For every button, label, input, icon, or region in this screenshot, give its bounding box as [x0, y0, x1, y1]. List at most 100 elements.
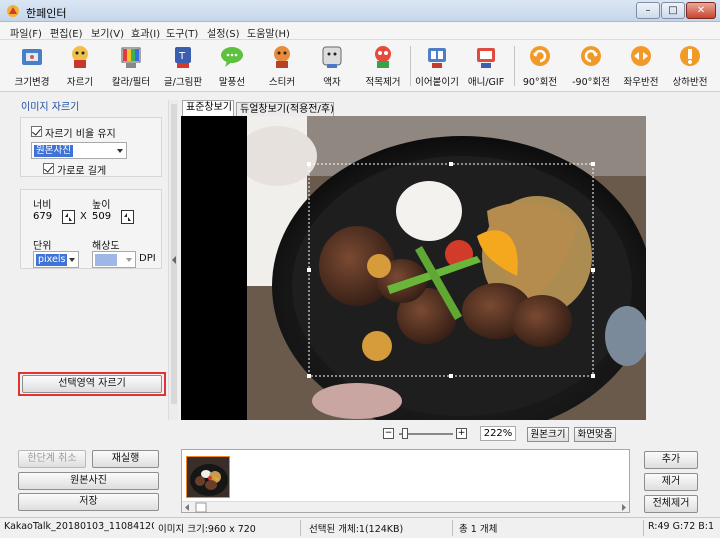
redo-button[interactable]: 재실행	[92, 450, 159, 468]
menu-help[interactable]: 도움말(H)	[247, 25, 290, 40]
menu-edit[interactable]: 편집(E)	[50, 25, 83, 40]
thumbnail-image	[187, 457, 229, 497]
flip-vertical-button[interactable]: 상하반전	[662, 42, 718, 90]
menu-settings[interactable]: 설정(S)	[207, 25, 240, 40]
flip-horizontal-icon	[631, 46, 651, 66]
text-paint-button[interactable]: T 글/그림판	[155, 42, 211, 90]
chevron-down-icon	[126, 258, 132, 262]
color-filter-icon	[121, 47, 141, 68]
red-eye-label: 적목제거	[365, 77, 401, 88]
ratio-group: 자르기 비율 유지 원본사진 가로로 길게	[20, 117, 162, 177]
height-label: 높이	[92, 200, 111, 211]
chevron-down-icon	[69, 258, 75, 262]
remove-button[interactable]: 제거	[644, 473, 698, 491]
status-total: 총 1 개체	[459, 524, 498, 535]
scroll-arrows-icon	[185, 502, 626, 513]
ratio-select-value: 원본사진	[34, 145, 73, 157]
svg-text:T: T	[178, 51, 186, 62]
keep-ratio-label: 자르기 비율 유지	[45, 129, 116, 140]
flip-horizontal-button[interactable]: 좌우반전	[613, 42, 669, 90]
resize-icon	[22, 49, 42, 65]
toolbar: 크기변경 자르기 칼라/필터 T 글/그림판 말풍선 스티커 액자 적목제거 이…	[0, 40, 720, 92]
chevron-down-icon	[117, 149, 123, 153]
text-paint-label: 글/그림판	[163, 77, 203, 88]
crop-selection-button[interactable]: 선택영역 자르기	[22, 375, 162, 393]
undo-button[interactable]: 한단계 취소	[18, 450, 86, 468]
width-value[interactable]: 679	[33, 211, 52, 222]
frame-button[interactable]: 액자	[304, 42, 360, 90]
height-value[interactable]: 509	[92, 211, 111, 222]
landscape-label: 가로로 길게	[57, 166, 107, 177]
color-filter-label: 칼라/필터	[111, 77, 151, 88]
crop-label: 자르기	[66, 77, 94, 88]
thumbnail-item[interactable]	[186, 456, 230, 498]
merge-button[interactable]: 이어붙이기	[409, 42, 465, 90]
menu-file[interactable]: 파일(F)	[10, 25, 42, 40]
height-spin-icon[interactable]	[121, 210, 134, 224]
status-selected: 선택된 개체:1(124KB)	[309, 524, 404, 535]
close-button[interactable]: ✕	[686, 2, 716, 19]
sticker-button[interactable]: 스티커	[254, 42, 310, 90]
resolution-label: 해상도	[92, 241, 120, 252]
size-separator: X	[80, 211, 87, 222]
thumbnail-scrollbar[interactable]	[182, 501, 629, 513]
frame-icon	[322, 46, 342, 68]
status-image-size: 이미지 크기:960 x 720	[158, 524, 256, 535]
zoom-out-button[interactable]: −	[383, 428, 394, 439]
merge-label: 이어붙이기	[415, 77, 459, 88]
text-paint-icon: T	[175, 47, 191, 68]
resolution-select-value: 300	[95, 254, 118, 266]
width-spin-icon[interactable]	[62, 210, 75, 224]
resolution-select[interactable]: 300	[92, 251, 136, 268]
rotate-ccw-label: -90°회전	[572, 77, 610, 88]
rotate-ccw-button[interactable]: -90°회전	[563, 42, 619, 90]
zoom-level[interactable]: 222%	[480, 426, 516, 441]
keep-ratio-checkbox[interactable]	[31, 126, 42, 137]
status-divider	[300, 520, 301, 536]
panel-title: 이미지 자르기	[21, 102, 80, 113]
rotate-cw-button[interactable]: 90°회전	[512, 42, 568, 90]
gif-button[interactable]: 애니/GIF	[458, 42, 514, 90]
menu-tools[interactable]: 도구(T)	[166, 25, 198, 40]
rotate-cw-icon	[530, 46, 550, 66]
crop-panel: 이미지 자르기 자르기 비율 유지 원본사진 가로로 길게 너비 높이 679 …	[12, 95, 168, 405]
menu-view[interactable]: 보기(V)	[91, 25, 124, 40]
red-eye-button[interactable]: 적목제거	[355, 42, 411, 90]
zoom-in-button[interactable]: +	[456, 428, 467, 439]
save-button[interactable]: 저장	[18, 493, 159, 511]
merge-icon	[428, 48, 446, 68]
original-size-button[interactable]: 원본크기	[527, 427, 569, 442]
color-filter-button[interactable]: 칼라/필터	[103, 42, 159, 90]
flip-vertical-label: 상하반전	[672, 77, 708, 88]
dpi-label: DPI	[139, 253, 156, 264]
crop-button[interactable]: 자르기	[52, 42, 108, 90]
splitter-grip-icon	[171, 104, 177, 404]
zoom-slider-thumb[interactable]	[402, 428, 408, 439]
status-filename: KakaoTalk_20180103_110841207.jpg	[4, 521, 154, 532]
landscape-checkbox[interactable]	[43, 163, 54, 174]
fit-screen-button[interactable]: 화면맞춤	[574, 427, 616, 442]
speech-bubble-button[interactable]: 말풍선	[204, 42, 260, 90]
thumbnail-strip	[181, 449, 630, 513]
status-bar: KakaoTalk_20180103_110841207.jpg 이미지 크기:…	[0, 517, 720, 538]
unit-select[interactable]: pixels	[33, 251, 79, 268]
remove-all-button[interactable]: 전체제거	[644, 495, 698, 513]
status-divider	[452, 520, 453, 536]
panel-splitter[interactable]	[168, 100, 178, 420]
rotate-cw-label: 90°회전	[522, 77, 558, 88]
ratio-select[interactable]: 원본사진	[31, 142, 127, 159]
minimize-button[interactable]: –	[636, 2, 660, 19]
status-rgb: R:49 G:72 B:1	[648, 521, 715, 532]
add-button[interactable]: 추가	[644, 451, 698, 469]
size-group: 너비 높이 679 X 509 단위 해상도 pixels 300 DPI	[20, 189, 162, 269]
image-canvas[interactable]	[181, 116, 646, 420]
menu-effects[interactable]: 효과(I)	[131, 25, 160, 40]
original-photo-button[interactable]: 원본사진	[18, 472, 159, 490]
unit-select-value: pixels	[36, 254, 68, 266]
rotate-ccw-icon	[581, 46, 601, 66]
crop-icon	[72, 46, 88, 68]
gif-label: 애니/GIF	[467, 77, 505, 88]
maximize-button[interactable]: □	[661, 2, 685, 19]
app-logo-icon	[7, 5, 19, 17]
title-bar: 한페인터 – □ ✕	[0, 0, 720, 22]
